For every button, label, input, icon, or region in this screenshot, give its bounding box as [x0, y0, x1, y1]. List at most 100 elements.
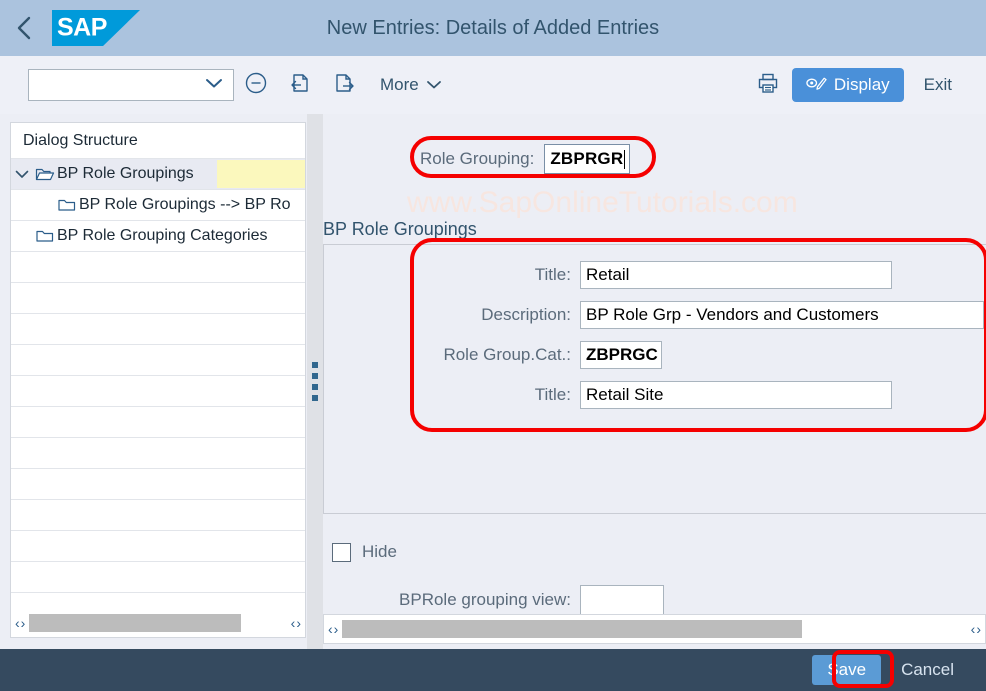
tree-row [11, 531, 305, 562]
more-menu-button[interactable]: More [380, 75, 442, 95]
previous-entry-icon [288, 71, 312, 100]
tree-row [11, 469, 305, 500]
tree-row [11, 314, 305, 345]
scroll-right-icon[interactable]: › [21, 616, 26, 630]
main-toolbar: More Display Exit [0, 56, 986, 114]
form-row-category-title: Title: Retail Site [332, 381, 892, 409]
save-button[interactable]: Save [812, 655, 882, 685]
tree-scroll-track[interactable] [241, 614, 286, 632]
sidebar-item-label: BP Role Grouping Categories [57, 227, 268, 244]
scroll-left-icon[interactable]: ‹ [328, 622, 333, 636]
content-scroll-thumb[interactable] [342, 620, 803, 638]
back-button[interactable] [0, 0, 48, 56]
content-scroll-track[interactable] [802, 620, 966, 638]
sap-fiori-window: SAP New Entries: Details of Added Entrie… [0, 0, 986, 691]
bprole-grouping-view-row: BPRole grouping view: [332, 585, 664, 615]
bprole-grouping-view-field[interactable] [580, 585, 664, 615]
tree-scroll-left-arrows[interactable]: ‹ › [11, 616, 29, 630]
chevron-left-icon [14, 14, 34, 42]
form-row-role-group-cat: Role Group.Cat.: ZBPRGC [332, 341, 662, 369]
bprole-grouping-view-label: BPRole grouping view: [399, 590, 571, 609]
watermark-text: www.SapOnlineTutorials.com [407, 186, 798, 219]
tree-row [11, 407, 305, 438]
sidebar-item-label: BP Role Groupings --> BP Ro [79, 196, 291, 213]
sap-logo-text: SAP [57, 13, 107, 42]
dialog-structure-tree: Dialog Structure BP Role Groupings BP Ro… [10, 122, 306, 622]
panel-splitter[interactable] [307, 114, 323, 649]
role-grouping-label: Role Grouping: [420, 149, 535, 168]
exit-button[interactable]: Exit [906, 75, 970, 95]
splitter-grip-icon [312, 362, 318, 401]
scroll-left-icon[interactable]: ‹ [15, 616, 20, 630]
tree-row [11, 376, 305, 407]
role-grouping-input[interactable]: ZBPRGR [544, 144, 631, 174]
previous-entry-button[interactable] [278, 65, 322, 105]
page-title: New Entries: Details of Added Entries [326, 16, 660, 39]
tree-scroll-thumb[interactable] [29, 613, 242, 632]
scroll-left-icon-2[interactable]: ‹ [971, 622, 976, 636]
entry-select[interactable] [28, 69, 234, 101]
dialog-structure-header: Dialog Structure [11, 123, 305, 159]
scroll-right-icon-2[interactable]: › [296, 616, 301, 630]
title-label: Title: [534, 265, 571, 284]
tree-expand-toggle[interactable] [11, 169, 33, 179]
content-horizontal-scrollbar[interactable]: ‹ › ‹ › [323, 614, 986, 644]
description-field[interactable]: BP Role Grp - Vendors and Customers [580, 301, 984, 329]
sidebar-item-bp-role-groupings[interactable]: BP Role Groupings [11, 159, 305, 190]
printer-icon [756, 71, 780, 100]
hide-checkbox-row: Hide [332, 542, 397, 562]
scroll-left-icon-2[interactable]: ‹ [291, 616, 296, 630]
chevron-down-icon [205, 76, 223, 94]
display-button-label: Display [833, 75, 890, 94]
cancel-button[interactable]: Cancel [887, 655, 968, 685]
display-change-icon [806, 74, 827, 97]
tree-row [11, 345, 305, 376]
open-folder-icon [33, 166, 57, 182]
scroll-right-icon-2[interactable]: › [976, 622, 981, 636]
print-button[interactable] [746, 65, 790, 105]
tree-row [11, 283, 305, 314]
form-row-title: Title: Retail [332, 261, 892, 289]
folder-icon [33, 228, 57, 244]
delete-entry-button[interactable] [234, 65, 278, 105]
more-menu-label: More [380, 75, 419, 94]
tree-row [11, 562, 305, 593]
sidebar-item-label: BP Role Groupings [57, 165, 194, 182]
sidebar-item-bp-role-grouping-categories[interactable]: BP Role Grouping Categories [11, 221, 305, 252]
sidebar-item-bp-role-groupings-to-bp-roles[interactable]: BP Role Groupings --> BP Ro [11, 190, 305, 221]
display-button[interactable]: Display [791, 68, 904, 102]
chevron-down-icon [426, 75, 442, 95]
role-grouping-row: Role Grouping: ZBPRGR [420, 144, 631, 174]
hide-checkbox[interactable] [332, 542, 351, 562]
toolbar-right-group: Display Exit [746, 65, 986, 105]
tree-row [11, 438, 305, 469]
tree-row [11, 252, 305, 283]
body-area: Dialog Structure BP Role Groupings BP Ro… [0, 114, 986, 649]
tree-horizontal-scrollbar[interactable]: ‹ › ‹ › [10, 608, 306, 638]
role-group-cat-label: Role Group.Cat.: [443, 345, 571, 364]
minus-circle-icon [244, 71, 268, 100]
tree-row-highlight [217, 160, 305, 188]
section-title: BP Role Groupings [323, 219, 477, 239]
hide-label: Hide [362, 542, 397, 561]
app-header: SAP New Entries: Details of Added Entrie… [0, 0, 986, 56]
scroll-right-icon[interactable]: › [334, 622, 339, 636]
folder-icon [55, 197, 79, 213]
next-entry-icon [332, 71, 356, 100]
content-scroll-left-arrows[interactable]: ‹ › [324, 622, 342, 636]
form-row-description: Description: BP Role Grp - Vendors and C… [332, 301, 984, 329]
sap-logo[interactable]: SAP [52, 10, 140, 46]
detail-content: www.SapOnlineTutorials.com Role Grouping… [323, 114, 986, 649]
title-field[interactable]: Retail [580, 261, 892, 289]
footer-bar: Save Cancel [0, 649, 986, 691]
role-grouping-value: ZBPRGR [550, 149, 624, 168]
description-label: Description: [481, 305, 571, 324]
category-title-field[interactable]: Retail Site [580, 381, 892, 409]
next-entry-button[interactable] [322, 65, 366, 105]
tree-row [11, 500, 305, 531]
text-caret [624, 149, 626, 169]
tree-scroll-right-arrows[interactable]: ‹ › [287, 616, 305, 630]
content-scroll-right-arrows[interactable]: ‹ › [967, 622, 985, 636]
role-group-cat-field[interactable]: ZBPRGC [580, 341, 662, 369]
category-title-label: Title: [534, 385, 571, 404]
